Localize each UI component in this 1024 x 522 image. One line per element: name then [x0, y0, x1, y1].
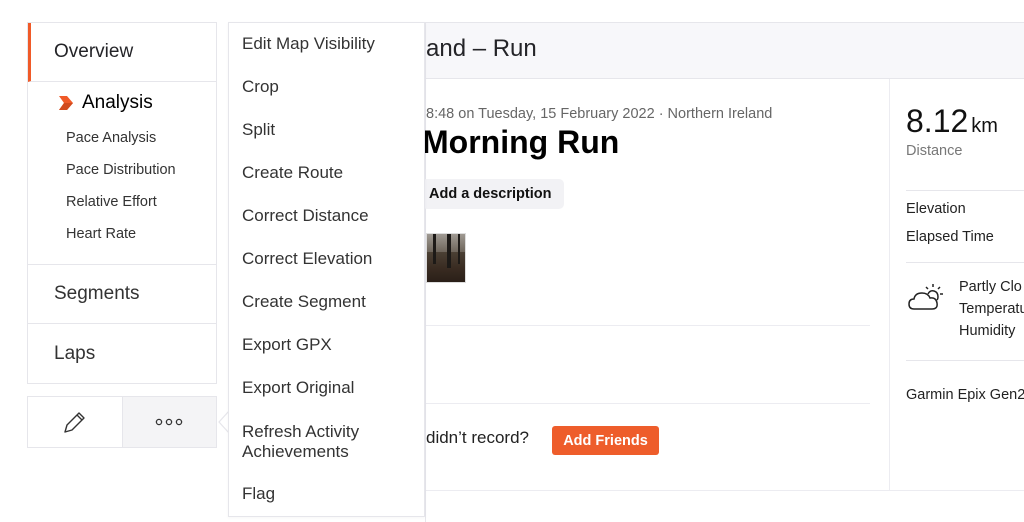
activity-actions — [27, 396, 217, 448]
friends-prompt: didn’t record? — [426, 428, 530, 447]
sidebar-item-pace-distribution[interactable]: Pace Distribution — [28, 154, 216, 186]
temperature-label: Temperatu — [959, 301, 1024, 317]
activity-title[interactable]: Morning Run — [422, 124, 619, 161]
analysis-section: Analysis Pace Analysis Pace Distribution… — [28, 82, 216, 265]
activity-sidebar-nav: Overview Analysis Pace Analysis Pace Dis… — [27, 22, 217, 384]
menu-item-label-line: Achievements — [242, 442, 349, 461]
distance-unit: km — [971, 115, 998, 137]
page-title: and – Run — [426, 35, 537, 62]
ellipsis-icon — [156, 418, 183, 426]
menu-item-export-gpx[interactable]: Export GPX — [242, 335, 332, 355]
distance-stat: 8.12 km — [906, 103, 998, 140]
divider — [906, 360, 1024, 361]
photo-tree — [447, 234, 451, 268]
menu-item-create-route[interactable]: Create Route — [242, 163, 343, 183]
sidebar-item-segments[interactable]: Segments — [28, 265, 216, 324]
humidity-label: Humidity — [959, 323, 1016, 339]
sidebar-item-label: Laps — [54, 342, 96, 364]
menu-item-create-segment[interactable]: Create Segment — [242, 292, 366, 312]
menu-item-correct-distance[interactable]: Correct Distance — [242, 206, 369, 226]
add-friends-button[interactable]: Add Friends — [552, 426, 659, 455]
divider — [426, 403, 870, 404]
elapsed-time-label: Elapsed Time — [906, 229, 994, 245]
sidebar-item-overview[interactable]: Overview — [28, 23, 216, 82]
divider — [906, 190, 1024, 191]
photo-tree — [458, 234, 460, 264]
sidebar-item-pace-analysis[interactable]: Pace Analysis — [28, 122, 216, 154]
menu-item-correct-elevation[interactable]: Correct Elevation — [242, 249, 372, 269]
device-name: Garmin Epix Gen2 — [906, 387, 1024, 403]
pencil-icon — [64, 412, 85, 433]
add-description-button[interactable]: Add a description — [422, 179, 565, 209]
divider — [426, 490, 1024, 491]
more-actions-button[interactable] — [121, 397, 216, 447]
partly-cloudy-icon — [908, 284, 943, 310]
menu-item-flag[interactable]: Flag — [242, 484, 275, 504]
sidebar-item-label: Segments — [54, 283, 140, 304]
activity-main-panel: and – Run 8:48 on Tuesday, 15 February 2… — [422, 22, 1024, 522]
menu-item-export-original[interactable]: Export Original — [242, 378, 354, 398]
sidebar-item-laps[interactable]: Laps — [28, 324, 216, 383]
menu-item-crop[interactable]: Crop — [242, 77, 279, 97]
photo-tree — [433, 234, 436, 264]
sidebar-item-label: Analysis — [82, 92, 153, 113]
menu-item-split[interactable]: Split — [242, 120, 275, 140]
sidebar-item-label: Overview — [54, 41, 134, 62]
sidebar-item-heart-rate[interactable]: Heart Rate — [28, 218, 216, 250]
sidebar-item-analysis[interactable]: Analysis — [28, 90, 216, 116]
elevation-label: Elevation — [906, 201, 966, 217]
column-divider — [889, 79, 890, 490]
more-actions-menu: Edit Map Visibility Crop Split Create Ro… — [228, 22, 425, 517]
divider — [906, 262, 1024, 263]
sidebar-item-relative-effort[interactable]: Relative Effort — [28, 186, 216, 218]
activity-meta: 8:48 on Tuesday, 15 February 2022 · Nort… — [426, 106, 773, 122]
menu-item-label-line: Refresh Activity — [242, 422, 360, 441]
distance-label: Distance — [906, 143, 963, 159]
menu-item-edit-map-visibility[interactable]: Edit Map Visibility — [242, 34, 375, 54]
distance-value: 8.12 — [906, 103, 969, 139]
edit-activity-button[interactable] — [28, 397, 122, 447]
chevron-right-icon — [59, 96, 73, 110]
menu-item-refresh-achievements[interactable]: Refresh Activity Achievements — [242, 422, 359, 462]
weather-condition: Partly Clo — [959, 279, 1022, 295]
activity-header: and – Run — [426, 22, 1024, 79]
activity-photo-thumbnail[interactable] — [426, 233, 466, 283]
divider — [426, 325, 870, 326]
